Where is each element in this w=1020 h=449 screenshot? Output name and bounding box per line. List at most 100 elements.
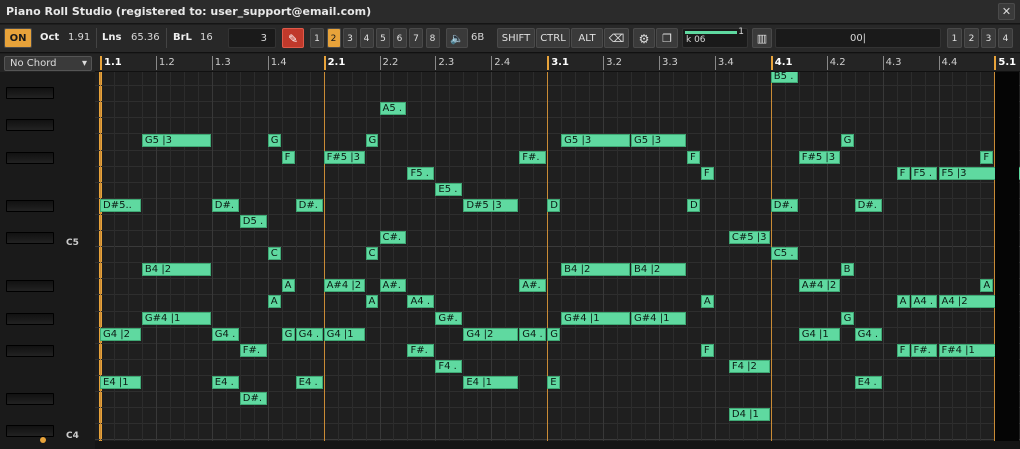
note-c5[interactable]: C [267,247,281,261]
keyboard-button[interactable]: ▥ [752,28,772,48]
black-key[interactable] [6,232,54,244]
note-d4[interactable]: D4 |1 [728,408,770,422]
k-slider[interactable]: k 06 1 [682,27,748,48]
note-e4[interactable]: E [547,375,561,389]
note-g4[interactable]: G4 |1 [323,327,365,341]
note-fs4[interactable]: F#. [239,343,267,357]
note-e5[interactable]: E5 . [435,182,463,196]
note-as4[interactable]: A#4 |2 [323,279,365,293]
oct-value[interactable]: 1.91 [68,28,90,48]
note-a4[interactable]: A [700,295,714,309]
note-b4[interactable]: B [840,263,854,277]
note-ds5[interactable]: D [547,198,561,212]
note-e4[interactable]: E4 |1 [100,375,141,389]
note-f4[interactable]: F4 . [435,359,463,373]
note-g4[interactable]: G4 . [519,327,547,341]
note-ds5[interactable]: D#5 |3 [463,198,519,212]
note-f4[interactable]: F4 |2 [728,359,770,373]
note-grid[interactable]: B5 . A5 . G G G5 |3 G5 |3 G5 |3 G F F#5 |3 F#. F F#5… [95,72,1020,441]
ctrl-button[interactable]: CTRL [536,28,570,48]
note-fs4[interactable]: F#. [910,343,938,357]
volume-value[interactable]: 6B [471,28,484,48]
note-f5[interactable]: F5 . [910,166,938,180]
value-field[interactable]: 3 [228,28,276,48]
voice-button-1[interactable]: 1 [310,28,324,48]
note-ds5[interactable]: D#. [854,198,882,212]
black-key[interactable] [6,393,54,405]
note-a4[interactable]: A [365,295,379,309]
black-key[interactable] [6,119,54,132]
note-g4[interactable]: G4 . [854,327,882,341]
chord-select[interactable]: No Chord ▾ [4,56,92,71]
note-cs5[interactable]: C#. [379,231,407,244]
close-button[interactable]: ✕ [998,3,1015,20]
note-fs5[interactable]: F [281,150,295,164]
note-g4[interactable]: G4 . [211,327,239,341]
shift-button[interactable]: SHIFT [497,28,535,48]
note-f5[interactable]: F [896,166,910,180]
note-b4[interactable]: B4 |2 [141,263,211,277]
voice-button-6[interactable]: 6 [392,28,407,48]
note-gs4[interactable]: G [840,311,854,325]
note-g4[interactable]: G [547,327,561,341]
note-ds5[interactable]: D#5.. [100,198,141,212]
note-b4[interactable]: B4 |2 [631,263,686,277]
track-button-1[interactable]: 1 [947,28,962,48]
track-button-2[interactable]: 2 [964,28,979,48]
black-key[interactable] [6,312,54,325]
alt-button[interactable]: ALT [571,28,603,48]
note-fs4[interactable]: F [896,343,910,357]
note-as4[interactable]: A#. [379,279,407,293]
track-button-4[interactable]: 4 [998,28,1013,48]
note-as4[interactable]: A#. [519,279,547,293]
black-key[interactable] [6,344,54,357]
note-f5[interactable]: F5 . [407,166,435,180]
black-key[interactable] [6,151,54,164]
on-toggle-button[interactable]: ON [4,28,32,48]
note-ds5[interactable]: D#. [295,198,323,212]
note-gs4[interactable]: G#4 |1 [561,311,631,325]
note-d5[interactable]: D5 . [239,214,267,228]
note-input[interactable]: 00| [775,28,941,48]
note-a4[interactable]: A4 . [407,295,435,309]
speaker-button[interactable]: 🔈 [446,28,468,48]
note-as4[interactable]: A [980,279,994,293]
note-gs4[interactable]: G#. [435,311,463,325]
timeline-ruler[interactable]: 1.1 1.2 1.3 1.4 2.1 2.2 2.3 2.4 3.1 3.2 3.3 3.4 4.1 4… [95,54,1020,72]
voice-button-4[interactable]: 4 [359,28,374,48]
note-gs4[interactable]: G#4 |1 [141,311,211,325]
black-key[interactable] [6,87,54,100]
note-g5[interactable]: G [365,134,379,148]
note-b5[interactable]: B5 . [770,72,798,83]
voice-button-5[interactable]: 5 [376,28,390,48]
voice-button-3[interactable]: 3 [343,28,357,48]
note-a4[interactable]: A [267,295,281,309]
note-ds5[interactable]: D#. [211,198,239,212]
note-cs5[interactable]: C#5 |3 [728,231,770,244]
settings-button[interactable]: ⚙ [633,28,655,48]
voice-button-8[interactable]: 8 [425,28,440,48]
note-g4[interactable]: G4 . [295,327,323,341]
note-g5[interactable]: G5 |3 [141,134,211,148]
note-e4[interactable]: E4 . [295,375,323,389]
note-a4[interactable]: A [896,295,910,309]
voice-button-2[interactable]: 2 [326,28,341,48]
note-as4[interactable]: A [281,279,295,293]
note-fs5[interactable]: F [686,150,700,164]
voice-button-7[interactable]: 7 [409,28,423,48]
note-a5[interactable]: A5 . [379,102,407,116]
note-g5[interactable]: G [267,134,281,148]
note-gs4[interactable]: G#4 |1 [631,311,686,325]
brl-value[interactable]: 16 [200,28,213,48]
horizontal-scrollbar[interactable] [95,441,1020,449]
window-button[interactable]: ❐ [656,28,678,48]
track-button-3[interactable]: 3 [981,28,996,48]
note-c5[interactable]: C [365,247,379,261]
note-g5[interactable]: G5 |3 [631,134,686,148]
note-e4[interactable]: E4 . [854,375,882,389]
note-e4[interactable]: E4 . [211,375,239,389]
note-as4[interactable]: A#4 |2 [798,279,840,293]
note-g4[interactable]: G4 |2 [100,327,141,341]
black-key[interactable] [6,199,54,212]
note-fs5[interactable]: F [980,150,994,164]
